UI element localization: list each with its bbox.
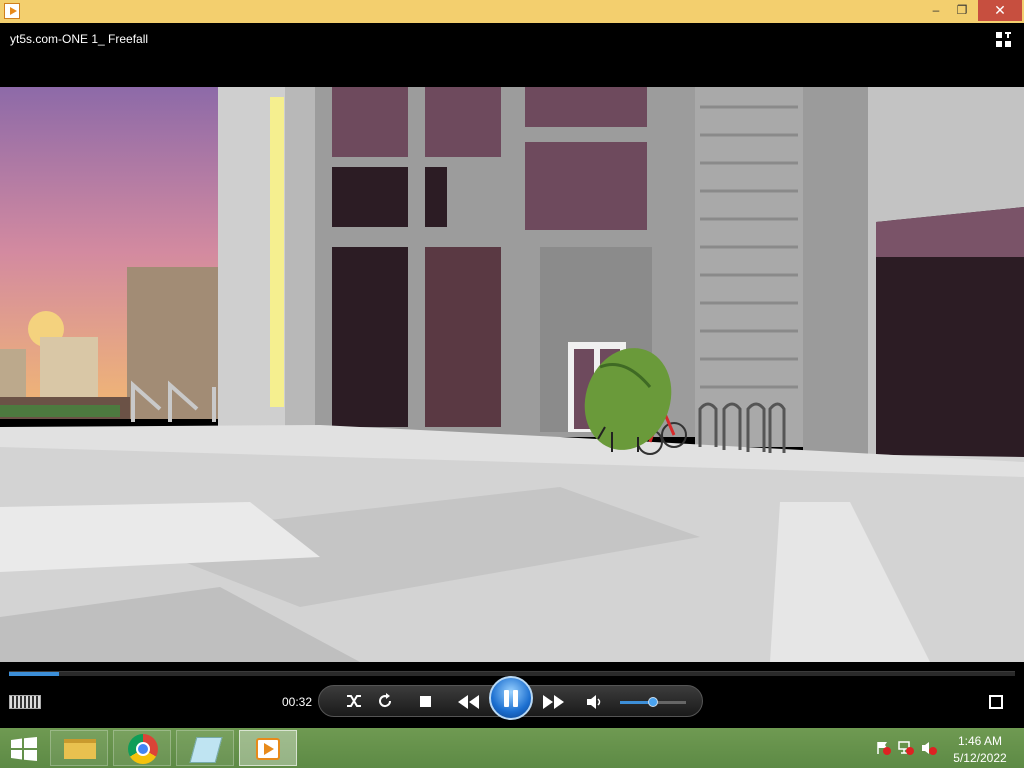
media-player-icon[interactable] <box>239 730 297 766</box>
action-center-icon[interactable] <box>875 741 891 755</box>
video-scene <box>0 87 1024 662</box>
volume-slider[interactable] <box>620 697 686 707</box>
full-screen-icon[interactable] <box>989 695 1003 709</box>
chrome-icon[interactable] <box>113 730 171 766</box>
title-bar: – ❐ ✕ <box>0 0 1024 23</box>
now-playing-header: yt5s.com-ONE 1_ Freefall <box>0 23 1024 87</box>
media-player-app-icon[interactable] <box>4 3 20 19</box>
notepad-icon[interactable] <box>176 730 234 766</box>
pause-icon <box>504 690 509 707</box>
repeat-icon[interactable] <box>376 692 394 710</box>
shuffle-icon[interactable] <box>345 692 363 710</box>
minimize-button[interactable]: – <box>925 0 947 21</box>
media-title: yt5s.com-ONE 1_ Freefall <box>10 32 149 46</box>
volume-icon[interactable] <box>586 694 604 710</box>
clock-date[interactable]: 5/12/2022 <box>945 751 1015 765</box>
close-button[interactable]: ✕ <box>978 0 1022 21</box>
windows-start-icon[interactable] <box>11 737 37 761</box>
previous-icon[interactable] <box>457 694 481 710</box>
pause-button[interactable] <box>489 676 533 720</box>
resize-grip-icon[interactable] <box>9 695 41 709</box>
restore-button[interactable]: ❐ <box>951 0 973 21</box>
volume-muted-icon[interactable] <box>921 741 937 755</box>
elapsed-time: 00:32 <box>282 695 313 709</box>
clock-time[interactable]: 1:46 AM <box>945 734 1015 748</box>
playback-control-bar: 00:32 <box>0 662 1024 728</box>
video-frame[interactable] <box>0 87 1024 662</box>
pause-icon-bar <box>513 690 518 707</box>
network-icon[interactable] <box>898 741 914 755</box>
taskbar: 1:46 AM 5/12/2022 <box>0 728 1024 768</box>
switch-to-library-icon[interactable] <box>995 31 1013 49</box>
seek-progress <box>9 672 60 676</box>
file-explorer-icon[interactable] <box>50 730 108 766</box>
volume-slider-thumb[interactable] <box>648 697 658 707</box>
next-icon[interactable] <box>541 694 565 710</box>
stop-icon[interactable] <box>420 696 431 707</box>
